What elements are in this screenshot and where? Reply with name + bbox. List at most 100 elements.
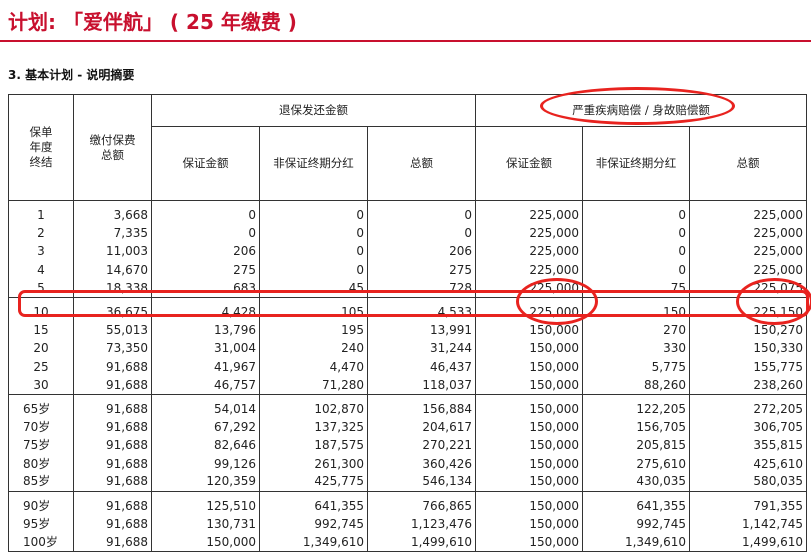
year-cell: 10 — [8, 303, 74, 322]
surrender-bonus-cell: 4,470 — [259, 358, 368, 377]
critical-bonus-cell: 270 — [582, 321, 691, 340]
premium-cell: 91,688 — [73, 436, 152, 455]
critical-guaranteed-cell: 225,000 — [475, 303, 584, 322]
surrender-total-cell: 766,865 — [366, 497, 477, 516]
year-cell: 100岁 — [8, 533, 74, 552]
surrender-total-cell: 270,221 — [366, 436, 477, 455]
critical-total-cell: 155,775 — [689, 358, 808, 377]
surrender-guaranteed-cell: 0 — [151, 224, 260, 243]
premium-cell: 55,013 — [73, 321, 152, 340]
critical-total-cell: 791,355 — [689, 497, 808, 516]
surrender-guaranteed-cell: 67,292 — [151, 418, 260, 437]
year-cell: 5 — [8, 279, 74, 298]
premium-cell: 91,688 — [73, 533, 152, 552]
critical-bonus-cell: 75 — [582, 279, 691, 298]
surrender-guaranteed-cell: 120,359 — [151, 473, 260, 492]
table-row: 65岁 91,688 54,014 102,870 156,884 150,000 122,… — [8, 400, 808, 419]
critical-guaranteed-cell: 225,000 — [475, 279, 584, 298]
critical-total-cell: 306,705 — [689, 418, 808, 437]
critical-bonus-cell: 275,610 — [582, 454, 691, 474]
surrender-bonus-cell: 102,870 — [259, 400, 368, 419]
surrender-total-cell: 118,037 — [366, 376, 477, 395]
table-row: 75岁 91,688 82,646 187,575 270,221 150,000 205,… — [8, 436, 808, 455]
col-header-surrender-guaranteed: 保证金额 — [151, 126, 260, 201]
surrender-bonus-cell: 992,745 — [259, 515, 368, 534]
year-cell: 90岁 — [8, 497, 74, 516]
table-row: 4 14,670 275 0 275 225,000 0 225,000 — [8, 261, 808, 280]
premium-cell: 18,338 — [73, 279, 152, 298]
premium-cell: 91,688 — [73, 418, 152, 437]
surrender-bonus-cell: 187,575 — [259, 436, 368, 455]
surrender-guaranteed-cell: 99,126 — [151, 454, 260, 474]
table-row: 70岁 91,688 67,292 137,325 204,617 150,000 156,… — [8, 418, 808, 437]
year-cell: 70岁 — [8, 418, 74, 437]
surrender-bonus-cell: 0 — [259, 242, 368, 262]
table-row: 3 11,003 206 0 206 225,000 0 225,000 — [8, 242, 808, 262]
critical-bonus-cell: 992,745 — [582, 515, 691, 534]
critical-total-cell: 225,000 — [689, 261, 808, 280]
col-header-critical-guaranteed: 保证金额 — [475, 126, 584, 201]
surrender-bonus-cell: 240 — [259, 339, 368, 358]
critical-bonus-cell: 330 — [582, 339, 691, 358]
critical-total-cell: 225,000 — [689, 242, 808, 262]
critical-total-cell: 1,499,610 — [689, 533, 808, 552]
year-cell: 3 — [8, 242, 74, 262]
surrender-guaranteed-cell: 46,757 — [151, 376, 260, 395]
critical-guaranteed-cell: 150,000 — [475, 515, 584, 534]
surrender-bonus-cell: 137,325 — [259, 418, 368, 437]
premium-cell: 36,675 — [73, 303, 152, 322]
surrender-total-cell: 275 — [366, 261, 477, 280]
col-header-surrender-total: 总额 — [366, 126, 477, 201]
year-cell: 2 — [8, 224, 74, 243]
surrender-total-cell: 1,499,610 — [366, 533, 477, 552]
year-cell: 95岁 — [8, 515, 74, 534]
group-header-surrender: 退保发还金额 — [150, 94, 477, 127]
surrender-guaranteed-cell: 0 — [151, 206, 260, 225]
critical-total-cell: 272,205 — [689, 400, 808, 419]
critical-bonus-cell: 430,035 — [582, 473, 691, 492]
critical-total-cell: 225,000 — [689, 206, 808, 225]
group-header-critical-illness: 严重疾病赔偿 / 身故赔偿额 — [475, 94, 808, 127]
premium-cell: 91,688 — [73, 400, 152, 419]
table-row: 100岁 91,688 150,000 1,349,610 1,499,610 150,0… — [8, 533, 808, 552]
premium-cell: 7,335 — [73, 224, 152, 243]
critical-total-cell: 238,260 — [689, 376, 808, 395]
premium-cell: 91,688 — [73, 358, 152, 377]
critical-guaranteed-cell: 150,000 — [475, 436, 584, 455]
surrender-bonus-cell: 0 — [259, 224, 368, 243]
critical-total-cell: 225,075 — [689, 279, 808, 298]
surrender-total-cell: 546,134 — [366, 473, 477, 492]
table-row: 1 3,668 0 0 0 225,000 0 225,000 — [8, 206, 808, 225]
surrender-bonus-cell: 261,300 — [259, 454, 368, 474]
year-cell: 80岁 — [8, 454, 74, 474]
title-divider — [0, 40, 811, 42]
critical-total-cell: 150,270 — [689, 321, 808, 340]
critical-bonus-cell: 0 — [582, 261, 691, 280]
critical-bonus-cell: 150 — [582, 303, 691, 322]
col-header-year-end: 保单年度终结 — [8, 94, 74, 201]
critical-guaranteed-cell: 150,000 — [475, 418, 584, 437]
critical-bonus-cell: 0 — [582, 206, 691, 225]
table-row: 15 55,013 13,796 195 13,991 150,000 270 150,270 — [8, 321, 808, 340]
table-row: 25 91,688 41,967 4,470 46,437 150,000 5,775 155… — [8, 358, 808, 377]
surrender-guaranteed-cell: 54,014 — [151, 400, 260, 419]
critical-bonus-cell: 0 — [582, 224, 691, 243]
surrender-total-cell: 1,123,476 — [366, 515, 477, 534]
table-row: 95岁 91,688 130,731 992,745 1,123,476 150,000 9… — [8, 515, 808, 534]
critical-bonus-cell: 205,815 — [582, 436, 691, 455]
surrender-total-cell: 0 — [366, 224, 477, 243]
surrender-guaranteed-cell: 275 — [151, 261, 260, 280]
critical-guaranteed-cell: 150,000 — [475, 497, 584, 516]
premium-cell: 91,688 — [73, 454, 152, 474]
critical-guaranteed-cell: 150,000 — [475, 400, 584, 419]
surrender-guaranteed-cell: 4,428 — [151, 303, 260, 322]
critical-guaranteed-cell: 225,000 — [475, 206, 584, 225]
surrender-bonus-cell: 195 — [259, 321, 368, 340]
page-title: 计划: 「爱伴航」 ( 25 年缴费 ) — [8, 10, 297, 34]
critical-total-cell: 1,142,745 — [689, 515, 808, 534]
year-cell: 15 — [8, 321, 74, 340]
critical-bonus-cell: 122,205 — [582, 400, 691, 419]
year-cell: 75岁 — [8, 436, 74, 455]
col-header-critical-bonus: 非保证终期分红 — [582, 126, 691, 201]
section-heading: 3. 基本计划 - 说明摘要 — [8, 68, 135, 82]
